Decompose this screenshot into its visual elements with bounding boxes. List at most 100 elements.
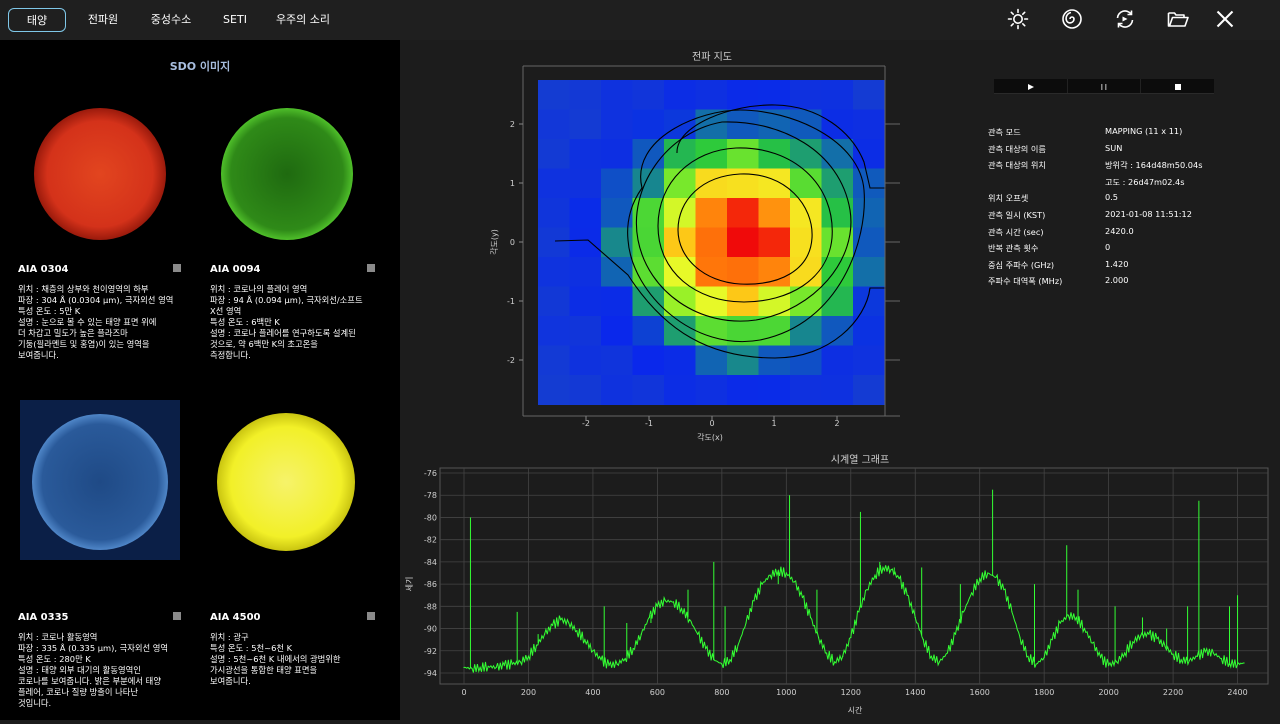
heatmap-cell bbox=[601, 286, 633, 317]
heatmap-cell bbox=[790, 227, 822, 258]
series-point bbox=[874, 574, 876, 576]
series-point bbox=[729, 659, 731, 661]
series-point bbox=[737, 644, 739, 646]
heatmap-cell bbox=[601, 139, 633, 169]
info-row: 주파수 대역폭 (MHz) 2.000 bbox=[988, 275, 1278, 289]
series-point bbox=[535, 644, 538, 646]
heatmap-cell bbox=[758, 345, 791, 376]
tab-radio-source[interactable]: 전파원 bbox=[76, 8, 130, 32]
series-point bbox=[753, 600, 755, 602]
series-point bbox=[624, 657, 626, 660]
map-y-tick-label: -2 bbox=[507, 356, 515, 365]
refresh-icon[interactable] bbox=[1112, 6, 1138, 32]
tab-seti[interactable]: SETI bbox=[212, 8, 258, 32]
chart-title: 시계열 그래프 bbox=[831, 454, 889, 466]
heatmap-cell bbox=[601, 316, 633, 346]
heatmap-cell bbox=[569, 139, 602, 169]
series-point bbox=[560, 619, 562, 621]
series-point bbox=[979, 577, 981, 580]
series-point bbox=[769, 574, 771, 576]
card-title: AIA 0335 bbox=[18, 612, 69, 623]
sun-image-aia-0094[interactable] bbox=[210, 94, 390, 254]
series-point bbox=[672, 601, 675, 603]
tab-sun[interactable]: 태양 bbox=[8, 8, 66, 32]
time-series-chart: 시계열 그래프 -76 -78 -80 -82 -84 -86 -88 -90 -92 -94 0 2… bbox=[400, 450, 1280, 724]
heatmap-cell bbox=[569, 168, 602, 199]
heatmap-cell bbox=[758, 286, 791, 317]
heatmap-cell bbox=[632, 109, 665, 140]
info-label: 관측 일시 (KST) bbox=[988, 210, 1046, 220]
info-row: 위치 오프셋 0.5 bbox=[988, 192, 1278, 206]
series-point bbox=[858, 611, 860, 613]
info-label: 관측 모드 bbox=[988, 127, 1021, 137]
tab-neutral-hydrogen[interactable]: 중성수소 bbox=[140, 8, 202, 32]
galaxy-icon[interactable] bbox=[1059, 6, 1085, 32]
heatmap-cell bbox=[664, 375, 696, 405]
series-point bbox=[1099, 656, 1102, 659]
heatmap-cell bbox=[632, 168, 665, 199]
sun-image-aia-0335[interactable] bbox=[18, 400, 198, 560]
close-icon[interactable] bbox=[1212, 6, 1238, 32]
series-point bbox=[850, 636, 852, 639]
select-marker[interactable] bbox=[173, 264, 181, 272]
card-description: 위치 : 광구 특성 온도 : 5천~6천 K 설명 : 5천~6천 K 내에서… bbox=[210, 632, 341, 686]
sun-icon[interactable] bbox=[1005, 6, 1031, 32]
info-label: 반복 관측 횟수 bbox=[988, 243, 1039, 254]
select-marker[interactable] bbox=[367, 264, 375, 272]
chart-x-tick-label: 1000 bbox=[776, 688, 796, 697]
heatmap-cell bbox=[632, 139, 665, 169]
pause-button[interactable] bbox=[1067, 79, 1141, 93]
series-point bbox=[1035, 663, 1037, 665]
chart-y-tick-label: -76 bbox=[424, 469, 437, 478]
info-label: 중심 주파수 (GHz) bbox=[988, 259, 1055, 270]
heatmap-cell bbox=[727, 227, 759, 258]
heatmap-cell bbox=[821, 168, 854, 199]
heatmap-cell bbox=[538, 316, 570, 346]
series-point bbox=[576, 630, 578, 632]
series-line bbox=[464, 565, 1245, 674]
heatmap-cell bbox=[821, 375, 854, 405]
heatmap-cell bbox=[821, 80, 854, 110]
heatmap-cell bbox=[601, 257, 633, 287]
series-point bbox=[1108, 664, 1110, 666]
tab-sound-of-space[interactable]: 우주의 소리 bbox=[268, 8, 338, 32]
series-point bbox=[1148, 633, 1150, 635]
chart-x-tick-label: 2400 bbox=[1227, 688, 1247, 697]
series-point bbox=[543, 633, 546, 635]
heatmap-cell bbox=[569, 80, 602, 110]
heatmap-cell bbox=[538, 168, 570, 199]
sun-image-aia-0304[interactable] bbox=[18, 94, 198, 254]
chart-y-tick-label: -94 bbox=[424, 669, 437, 678]
play-button[interactable] bbox=[994, 79, 1067, 93]
heatmap-cell bbox=[695, 286, 728, 317]
map-y-tick-label: 0 bbox=[510, 238, 515, 247]
info-row: 관측 대상의 이름 SUN bbox=[988, 143, 1278, 157]
chart-y-tick-label: -90 bbox=[424, 625, 437, 634]
series-point bbox=[761, 583, 763, 585]
series-point bbox=[519, 661, 522, 663]
series-point bbox=[962, 611, 965, 613]
select-marker[interactable] bbox=[173, 612, 181, 620]
heatmap-cell bbox=[758, 227, 791, 258]
series-point bbox=[914, 616, 916, 619]
sun-image-aia-4500[interactable] bbox=[210, 400, 390, 560]
heatmap-cell bbox=[790, 198, 822, 228]
heatmap-cell bbox=[664, 80, 696, 110]
series-point bbox=[664, 600, 667, 602]
stop-button[interactable] bbox=[1140, 79, 1214, 93]
info-label: 위치 오프셋 bbox=[988, 193, 1029, 204]
select-marker[interactable] bbox=[367, 612, 375, 620]
series-point bbox=[632, 647, 634, 650]
series-point bbox=[479, 666, 481, 669]
series-point bbox=[1156, 637, 1158, 640]
heatmap-cell bbox=[569, 109, 602, 140]
heatmap-cell bbox=[569, 345, 602, 376]
chart-y-tick-label: -78 bbox=[424, 491, 437, 500]
series-point bbox=[487, 665, 489, 667]
folder-open-icon[interactable] bbox=[1165, 6, 1191, 32]
heatmap-cell bbox=[758, 375, 791, 405]
series-point bbox=[817, 636, 820, 639]
chart-grid bbox=[439, 467, 1269, 685]
heatmap-cell bbox=[727, 257, 759, 287]
info-value: 1.420 bbox=[1105, 258, 1129, 269]
